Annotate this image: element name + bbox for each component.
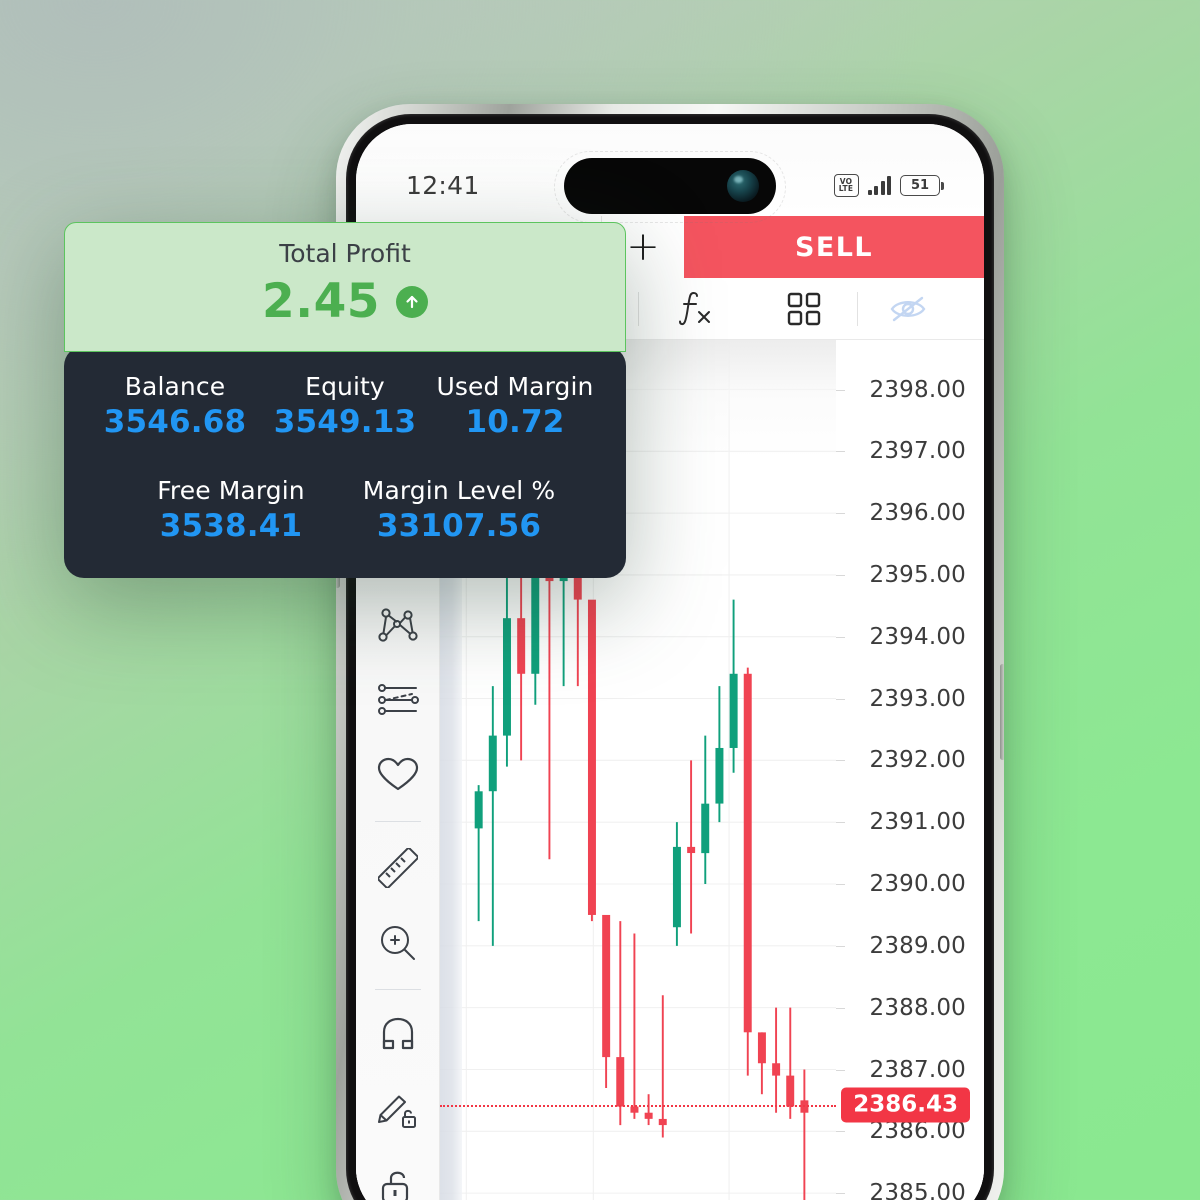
- fibonacci-lines-icon[interactable]: [356, 662, 440, 737]
- stat-label: Balance: [124, 372, 226, 401]
- price-tick-mark: [836, 1131, 845, 1133]
- stats-row-secondary: Free Margin 3538.41 Margin Level % 33107.56: [90, 476, 600, 544]
- battery-icon: 51: [900, 174, 944, 196]
- fx-icon[interactable]: [639, 278, 751, 339]
- power-button[interactable]: [1000, 664, 1004, 760]
- price-tick: 2392.00: [869, 747, 966, 774]
- signal-strength-icon: [867, 175, 891, 195]
- price-tick-mark: [836, 822, 845, 824]
- price-tick: 2387.00: [869, 1056, 966, 1083]
- price-tick: 2395.00: [869, 561, 966, 588]
- price-tick: 2393.00: [869, 685, 966, 712]
- magnet-icon[interactable]: [356, 998, 440, 1073]
- rail-divider: [374, 821, 421, 822]
- sell-button[interactable]: SELL: [684, 216, 984, 278]
- price-tick: 2389.00: [869, 932, 966, 959]
- stat-cell: Free Margin 3538.41: [131, 476, 331, 544]
- price-tick: 2396.00: [869, 500, 966, 527]
- price-tick: 2388.00: [869, 994, 966, 1021]
- heart-icon[interactable]: [356, 738, 440, 813]
- price-tick-mark: [836, 389, 845, 391]
- price-tick-mark: [836, 1193, 845, 1195]
- stat-label: Equity: [305, 372, 385, 401]
- price-tick: 2385.00: [869, 1180, 966, 1200]
- price-tick: 2398.00: [869, 376, 966, 403]
- zoom-in-icon[interactable]: [356, 905, 440, 980]
- account-stats-card: Balance 3546.68 Equity 3549.13 Used Margin 10…: [64, 346, 626, 578]
- price-tick: 2394.00: [869, 623, 966, 650]
- total-profit-label: Total Profit: [279, 239, 411, 268]
- current-price-tag[interactable]: 2386.43: [841, 1087, 970, 1123]
- stat-cell: Equity 3549.13: [260, 372, 430, 440]
- price-tick: 2391.00: [869, 809, 966, 836]
- stat-value: 10.72: [465, 404, 565, 440]
- shape-nodes-icon[interactable]: [356, 587, 440, 662]
- price-tick-mark: [836, 698, 845, 700]
- stat-label: Free Margin: [157, 476, 305, 505]
- price-tick-mark: [836, 884, 845, 885]
- price-tick-mark: [836, 636, 845, 638]
- stat-cell: Margin Level % 33107.56: [359, 476, 559, 544]
- price-tick-mark: [836, 1007, 845, 1009]
- price-tick-mark: [836, 574, 845, 576]
- price-tick-mark: [836, 760, 845, 762]
- stat-value: 33107.56: [376, 508, 542, 544]
- pencil-unlock-icon[interactable]: [356, 1073, 440, 1148]
- front-camera-icon: [727, 170, 759, 202]
- stat-value: 3549.13: [273, 404, 417, 440]
- grid-icon[interactable]: [751, 278, 857, 339]
- price-tick: 2390.00: [869, 871, 966, 897]
- account-summary-overlay: Total Profit 2.45 Balance 3546.68 Equity 35…: [64, 222, 626, 578]
- status-icons: VO LTE 51: [833, 173, 944, 197]
- price-tick-mark: [836, 1069, 845, 1071]
- status-time: 12:41: [406, 170, 480, 200]
- total-profit-value: 2.45: [262, 274, 380, 329]
- ruler-icon[interactable]: [356, 830, 440, 905]
- battery-level-text: 51: [910, 177, 930, 193]
- stat-cell: Used Margin 10.72: [430, 372, 600, 440]
- volte-icon: VO LTE: [833, 173, 859, 197]
- dynamic-island[interactable]: [564, 158, 776, 214]
- rail-divider: [374, 988, 421, 990]
- stat-label: Margin Level %: [362, 476, 556, 505]
- stat-cell: Balance 3546.68: [90, 372, 260, 440]
- stats-row-primary: Balance 3546.68 Equity 3549.13 Used Margin 10…: [90, 372, 600, 440]
- total-profit-card: Total Profit 2.45: [64, 222, 626, 352]
- price-tick-mark: [836, 451, 845, 453]
- unlock-icon[interactable]: [356, 1149, 440, 1200]
- total-profit-row: 2.45: [85, 274, 605, 329]
- price-tick: 2397.00: [869, 438, 966, 465]
- stat-value: 3546.68: [103, 404, 247, 440]
- stat-value: 3538.41: [159, 508, 303, 544]
- arrow-up-circle-icon: [395, 285, 428, 318]
- price-tick-mark: [836, 513, 845, 515]
- volte-bottom-text: LTE: [838, 184, 854, 193]
- current-price-line: [440, 1104, 836, 1107]
- price-tick: 2386.00: [869, 1118, 966, 1145]
- stat-label: Used Margin: [436, 372, 594, 401]
- eye-off-icon[interactable]: [858, 278, 958, 339]
- price-tick-mark: [836, 945, 845, 947]
- price-axis[interactable]: 2398.00 2397.00 2396.00 2395.00 2394.00 2393.…: [836, 340, 984, 1200]
